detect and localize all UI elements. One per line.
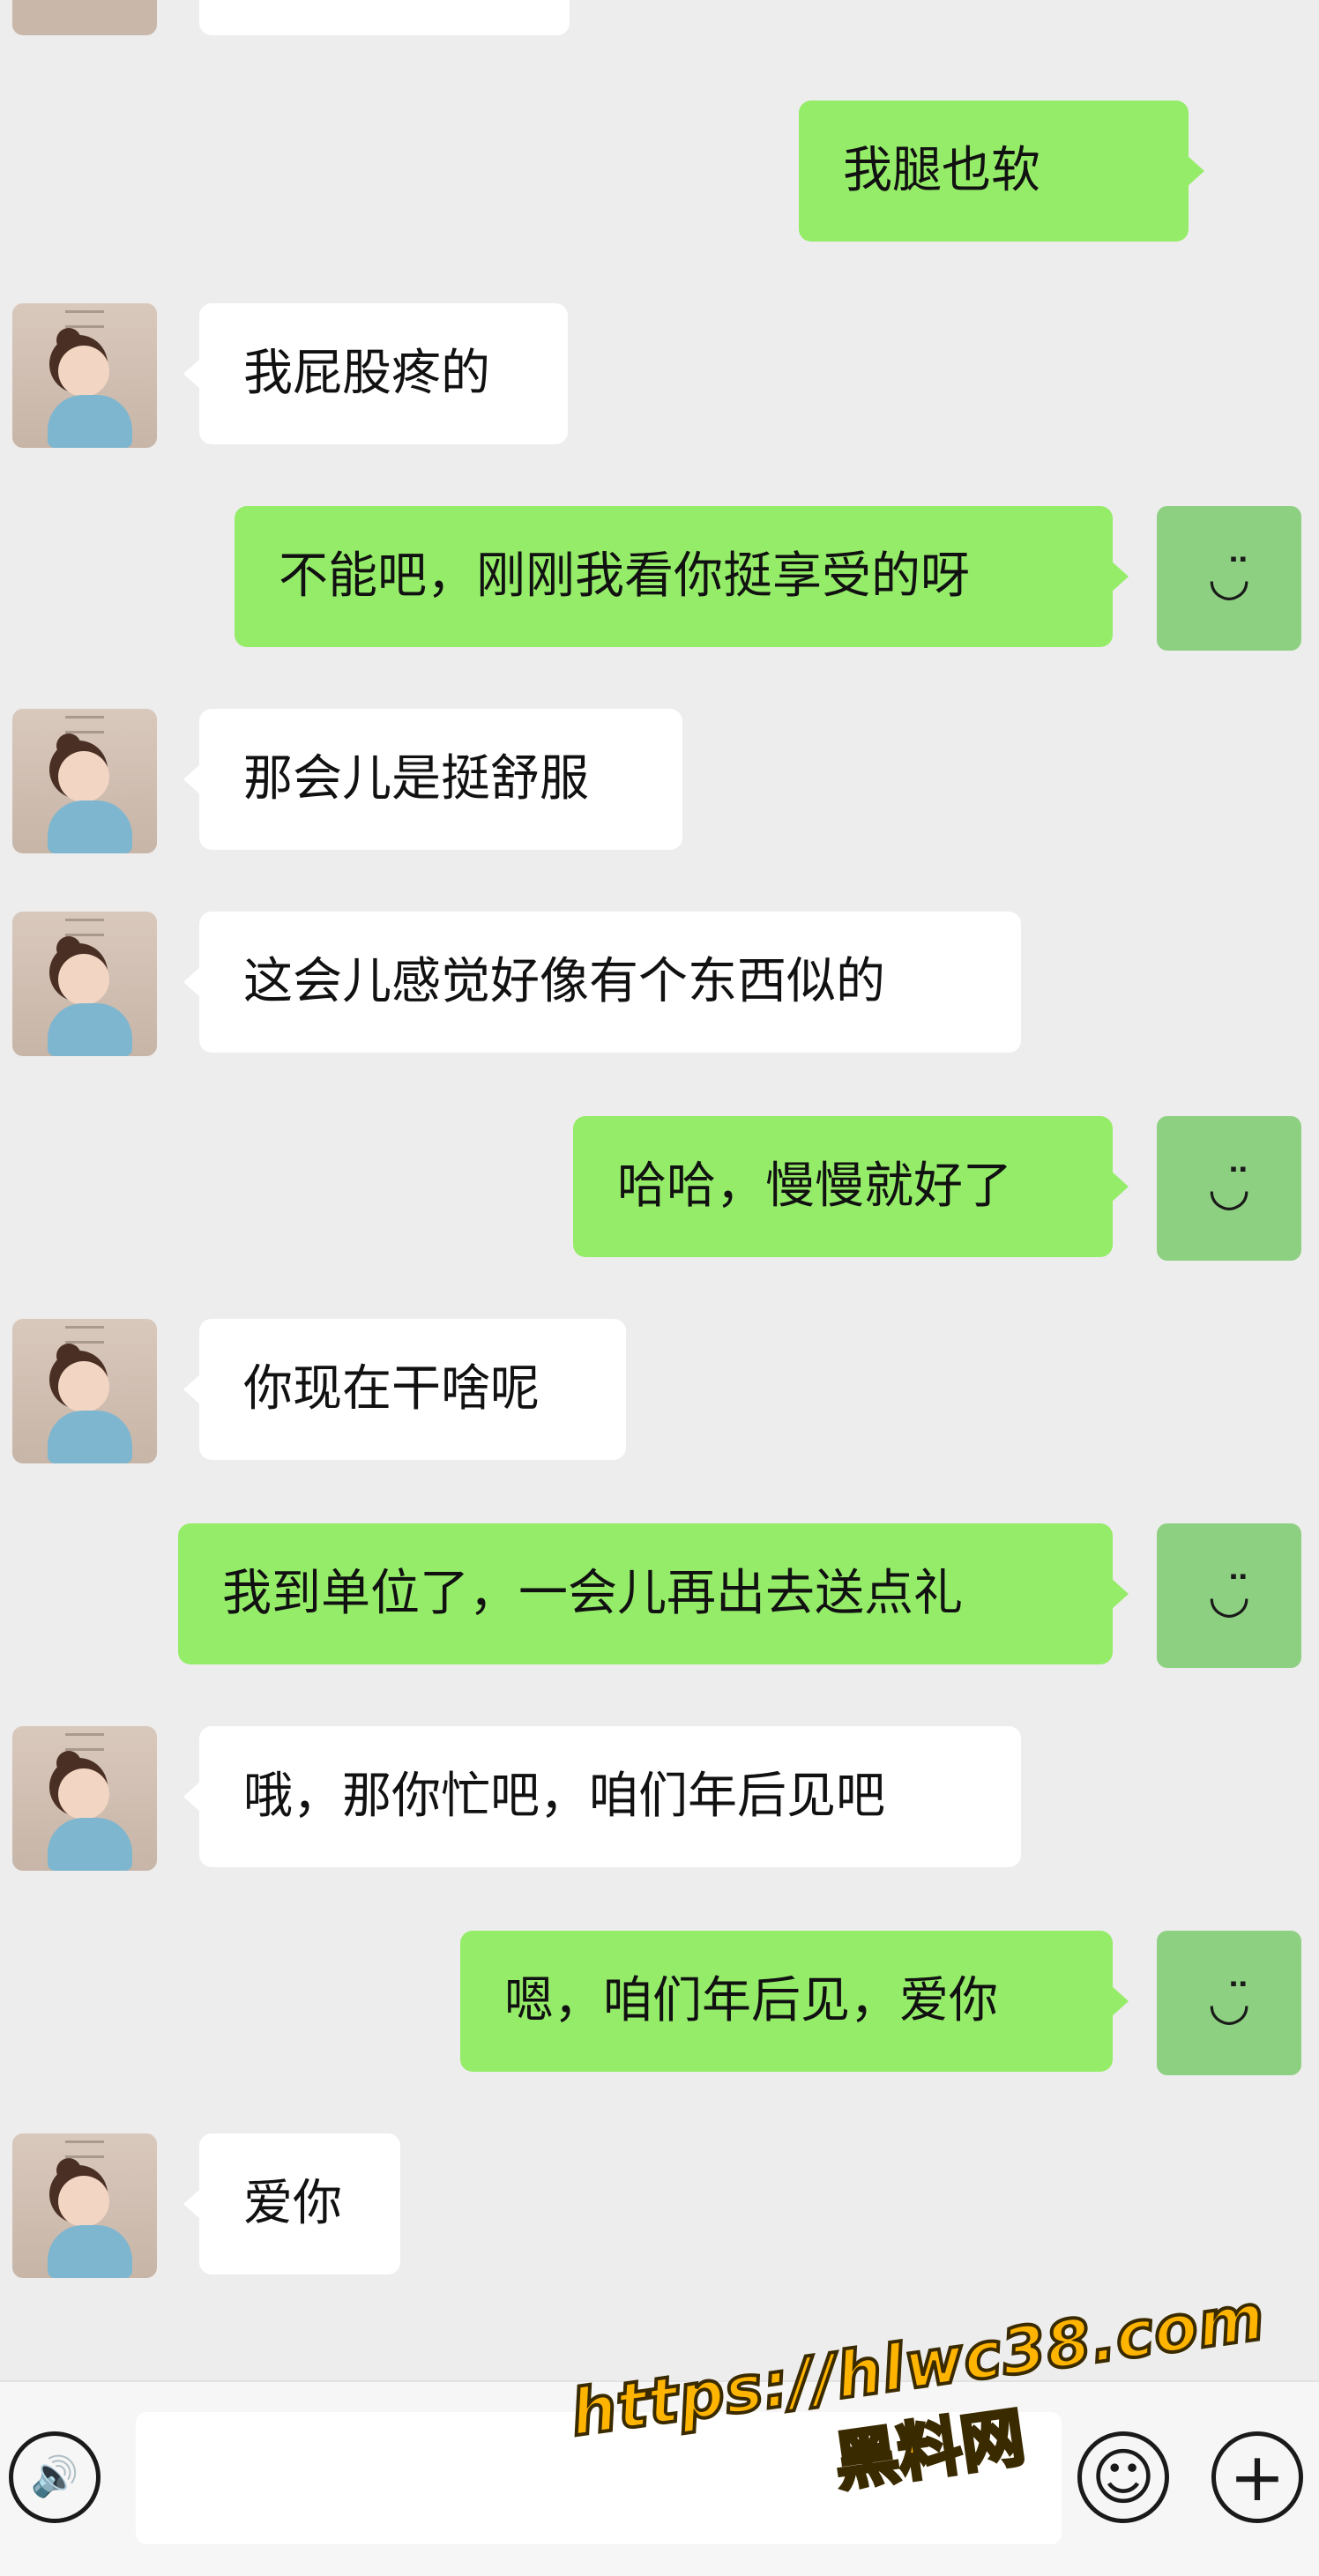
smiley-face-icon: ◡̈	[1207, 1974, 1251, 2031]
incoming-message-bubble[interactable]: 哦，那你忙吧，咱们年后见吧	[183, 1726, 1021, 1867]
outgoing-message-bubble[interactable]: 我到单位了，一会儿再出去送点礼	[178, 1523, 1129, 1664]
message-text: 那会儿是挺舒服	[243, 750, 589, 808]
contact-avatar[interactable]	[12, 1319, 157, 1463]
contact-avatar[interactable]	[12, 303, 157, 448]
outgoing-message-bubble[interactable]: 哈哈，慢慢就好了	[573, 1116, 1129, 1257]
message-input[interactable]	[136, 2412, 1062, 2544]
outgoing-message-bubble[interactable]: 我腿也软	[799, 101, 1204, 242]
contact-avatar[interactable]	[12, 1726, 157, 1871]
contact-avatar[interactable]	[12, 709, 157, 853]
outgoing-message-bubble[interactable]: 嗯，咱们年后见，爱你	[460, 1931, 1129, 2072]
emoji-icon: ☺	[1091, 2441, 1156, 2513]
plus-icon: +	[1229, 2438, 1285, 2516]
smiley-face-icon: ◡̈	[1207, 1159, 1251, 1217]
message-text: 我腿也软	[843, 142, 1040, 199]
incoming-message-bubble[interactable]: 这会儿感觉好像有个东西似的	[183, 912, 1021, 1053]
my-avatar[interactable]: ◡̈	[1157, 1931, 1301, 2075]
message-text: 不能吧，刚刚我看你挺享受的呀	[279, 547, 970, 605]
incoming-message-bubble[interactable]: 那会儿是挺舒服	[183, 709, 682, 850]
smiley-face-icon: ◡̈	[1207, 549, 1251, 607]
incoming-message-bubble[interactable]: 我屁股疼的	[183, 303, 568, 444]
smiley-face-icon: ◡̈	[1207, 1567, 1251, 1624]
more-options-button[interactable]: +	[1211, 2431, 1303, 2523]
voice-icon: 🔊	[30, 2454, 79, 2499]
my-avatar[interactable]: ◡̈	[1157, 1523, 1301, 1668]
message-text: 我屁股疼的	[243, 345, 490, 402]
chat-window: 我腿也软 我屁股疼的 不能吧，刚刚我看你挺享受的呀 ◡̈ 那会儿是挺舒服 这会儿…	[0, 0, 1319, 2576]
contact-avatar[interactable]	[12, 2133, 157, 2278]
message-bubble-partial	[199, 0, 570, 35]
my-avatar[interactable]: ◡̈	[1157, 506, 1301, 651]
message-text: 爱你	[243, 2175, 342, 2232]
message-text: 哈哈，慢慢就好了	[617, 1158, 1012, 1215]
voice-input-button[interactable]: 🔊	[9, 2431, 101, 2523]
emoji-button[interactable]: ☺	[1077, 2431, 1169, 2523]
incoming-message-bubble[interactable]: 爱你	[183, 2133, 400, 2274]
my-avatar[interactable]: ◡̈	[1157, 1116, 1301, 1261]
message-text: 哦，那你忙吧，咱们年后见吧	[243, 1768, 885, 1825]
message-text: 嗯，咱们年后见，爱你	[504, 1972, 998, 2029]
outgoing-message-bubble[interactable]: 不能吧，刚刚我看你挺享受的呀	[235, 506, 1129, 647]
message-text: 这会儿感觉好像有个东西似的	[243, 953, 885, 1010]
incoming-message-bubble[interactable]: 你现在干啥呢	[183, 1319, 626, 1460]
message-text: 你现在干啥呢	[243, 1360, 540, 1418]
contact-avatar[interactable]	[12, 912, 157, 1056]
message-text: 我到单位了，一会儿再出去送点礼	[222, 1565, 963, 1622]
input-bar: 🔊 ☺ +	[0, 2380, 1319, 2576]
contact-avatar-partial[interactable]	[12, 0, 157, 35]
